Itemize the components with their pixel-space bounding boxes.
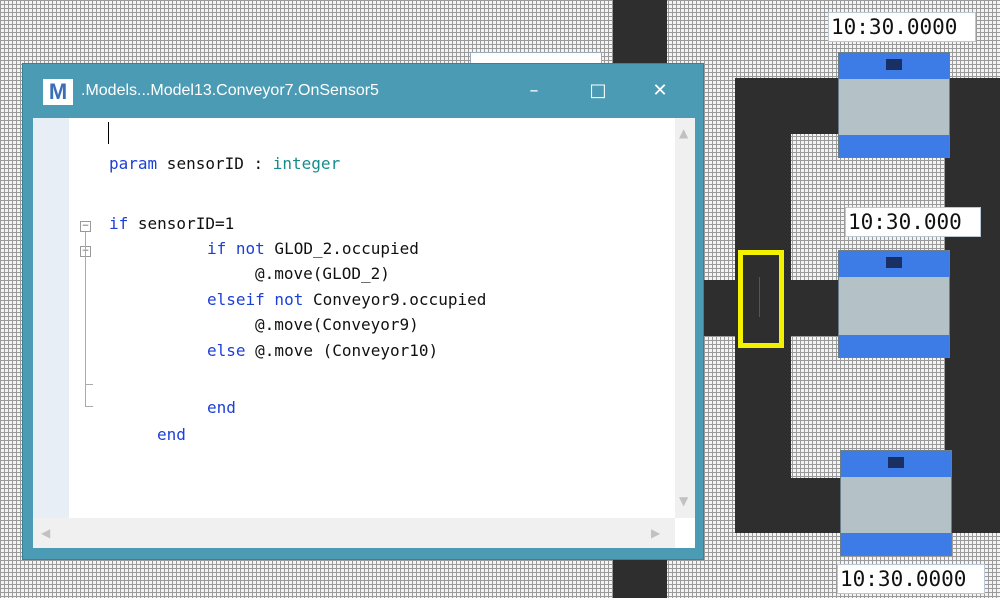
window-titlebar[interactable]: M .Models...Model13.Conveyor7.OnSensor5 … [23,64,703,118]
vertical-scrollbar[interactable]: ▲ ▼ [675,118,695,518]
station-top[interactable] [838,52,950,158]
method-editor-window[interactable]: M .Models...Model13.Conveyor7.OnSensor5 … [22,63,704,560]
sensor-highlight[interactable] [738,250,784,348]
timer-middle: 10:30.000 [845,207,981,237]
scroll-left-icon[interactable]: ◀ [41,526,50,540]
fold-line [85,232,86,406]
maximize-button[interactable]: □ [583,76,613,106]
code-editor[interactable]: − − param sensorID : integer if sensorID… [33,118,695,548]
code-line-end-inner: end [207,398,236,417]
scroll-down-icon[interactable]: ▼ [679,494,688,508]
timer-top: 10:30.0000 [828,12,976,42]
code-line-else: else @.move (Conveyor10) [207,341,439,360]
window-title: .Models...Model13.Conveyor7.OnSensor5 [81,82,379,99]
code-line-move-conveyor9: @.move(Conveyor9) [255,315,419,334]
station-bottom[interactable] [840,450,952,556]
scroll-right-icon[interactable]: ▶ [651,526,660,540]
app-logo-icon: M [43,79,73,105]
close-button[interactable]: ✕ [645,76,675,106]
code-line-if: if sensorID=1 [109,214,235,233]
scroll-up-icon[interactable]: ▲ [679,126,688,140]
code-line-elseif: elseif not Conveyor9.occupied [207,290,487,309]
horizontal-scrollbar[interactable]: ◀ ▶ [33,518,675,548]
code-content[interactable]: param sensorID : integer if sensorID=1 i… [109,118,486,444]
minimize-button[interactable]: – [519,76,549,106]
code-line-if-not: if not GLOD_2.occupied [207,239,419,258]
fold-line-end-inner [85,384,93,385]
editor-gutter [33,118,69,518]
station-middle[interactable] [838,250,950,358]
code-line-end-outer: end [157,425,186,444]
code-line-move-glod: @.move(GLOD_2) [255,264,390,283]
fold-toggle-if[interactable]: − [80,221,91,232]
code-line-param: param sensorID : integer [109,154,341,173]
fold-line-end-outer [85,406,93,407]
station-middle-part-icon [886,257,902,268]
station-bottom-part-icon [888,457,904,468]
timer-bottom: 10:30.0000 [837,564,985,594]
sensor-line [759,277,760,317]
station-top-part-icon [886,59,902,70]
